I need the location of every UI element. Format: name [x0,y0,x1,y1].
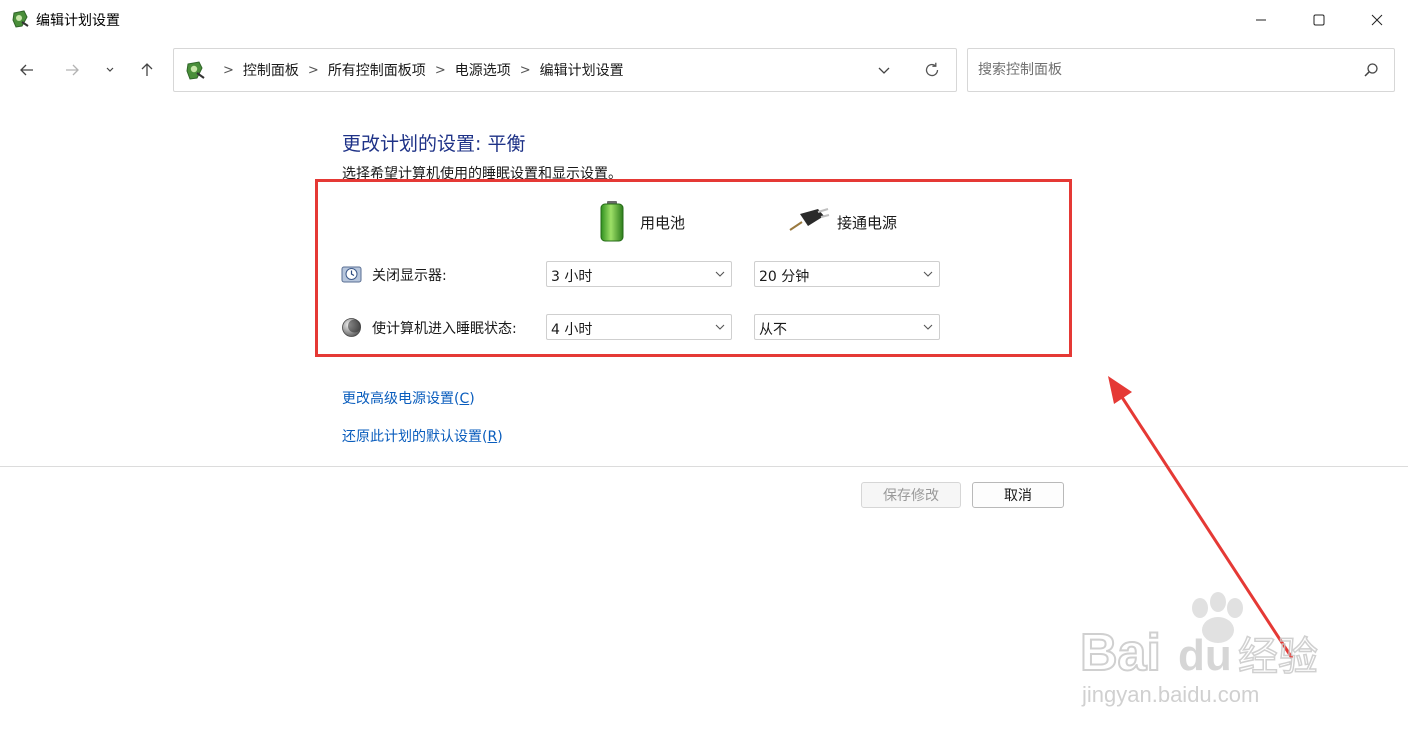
back-button[interactable] [13,56,41,84]
up-button[interactable] [133,56,161,84]
chevron-right-icon[interactable]: > [435,63,446,78]
watermark-brand: Bai [1080,624,1161,682]
search-icon[interactable] [1362,61,1380,79]
power-plug-icon [789,208,830,231]
sleep-label: 使计算机进入睡眠状态: [372,321,517,337]
baidu-jingyan-watermark: Bai du 经验 jingyan.baidu.com [1079,592,1319,707]
minimize-button[interactable] [1232,0,1290,40]
breadcrumb-item-control-panel[interactable]: 控制面板 [243,60,299,80]
address-bar[interactable]: > 控制面板 > 所有控制面板项 > 电源选项 > 编辑计划设置 [173,48,957,92]
display-clock-icon [341,266,362,283]
arrow-left-icon [20,64,33,76]
accelerator-key: C [459,391,470,407]
refresh-button[interactable] [922,60,942,80]
watermark-brand-du: du [1178,631,1232,680]
battery-icon [600,201,624,242]
chevron-down-icon [878,67,890,74]
plugged-in-column-header: 接通电源 [837,214,898,232]
link-text-suffix: ) [469,391,475,407]
accelerator-key: R [487,429,498,445]
breadcrumb-item-power-options[interactable]: 电源选项 [455,60,511,80]
chevron-right-icon[interactable]: > [520,63,531,78]
link-text: 还原此计划的默认设置( [342,429,488,445]
maximize-icon [1313,14,1325,26]
breadcrumb-item-all-items[interactable]: 所有控制面板项 [328,60,426,80]
chevron-down-icon [106,67,114,72]
refresh-icon [925,62,939,77]
power-options-icon [186,61,205,80]
power-options-icon [12,10,29,28]
watermark-url: jingyan.baidu.com [1081,682,1259,707]
select-value: 3 小时 [551,269,593,285]
chevron-down-icon [715,324,725,330]
recent-locations-button[interactable] [96,56,124,84]
title-bar [0,0,1408,40]
link-text-suffix: ) [497,429,503,445]
sleep-battery-select[interactable]: 4 小时 [546,314,732,340]
breadcrumb-item-edit-plan[interactable]: 编辑计划设置 [540,60,624,80]
chevron-down-icon [923,271,933,277]
breadcrumb: > 控制面板 > 所有控制面板项 > 电源选项 > 编辑计划设置 [214,49,624,91]
watermark-jingyan: 经验 [1238,634,1318,680]
maximize-button[interactable] [1290,0,1348,40]
chevron-right-icon: > [223,62,234,78]
close-icon [1371,14,1383,26]
battery-column-header: 用电池 [640,214,686,232]
sleep-plugged-select[interactable]: 从不 [754,314,940,340]
select-value: 从不 [759,322,787,338]
link-text: 更改高级电源设置( [342,391,460,407]
display-off-label: 关闭显示器: [372,268,447,284]
restore-defaults-link[interactable]: 还原此计划的默认设置(R) [342,426,503,446]
minimize-icon [1256,19,1266,21]
chevron-down-icon [923,324,933,330]
display-off-battery-select[interactable]: 3 小时 [546,261,732,287]
cancel-button[interactable]: 取消 [972,482,1064,508]
chevron-right-icon[interactable]: > [308,63,319,78]
display-off-plugged-select[interactable]: 20 分钟 [754,261,940,287]
search-box[interactable] [967,48,1395,92]
chevron-down-icon [715,271,725,277]
address-history-button[interactable] [874,60,894,80]
save-changes-button[interactable]: 保存修改 [861,482,961,508]
close-button[interactable] [1348,0,1406,40]
select-value: 20 分钟 [759,269,810,285]
select-value: 4 小时 [551,322,593,338]
advanced-power-settings-link[interactable]: 更改高级电源设置(C) [342,388,475,408]
arrow-up-icon [141,63,153,76]
moon-sleep-icon [342,318,361,337]
search-input[interactable] [976,59,1340,81]
arrow-right-icon [66,64,79,76]
forward-button[interactable] [58,56,86,84]
window-title: 编辑计划设置 [36,13,120,29]
page-title: 更改计划的设置: 平衡 [342,133,526,155]
